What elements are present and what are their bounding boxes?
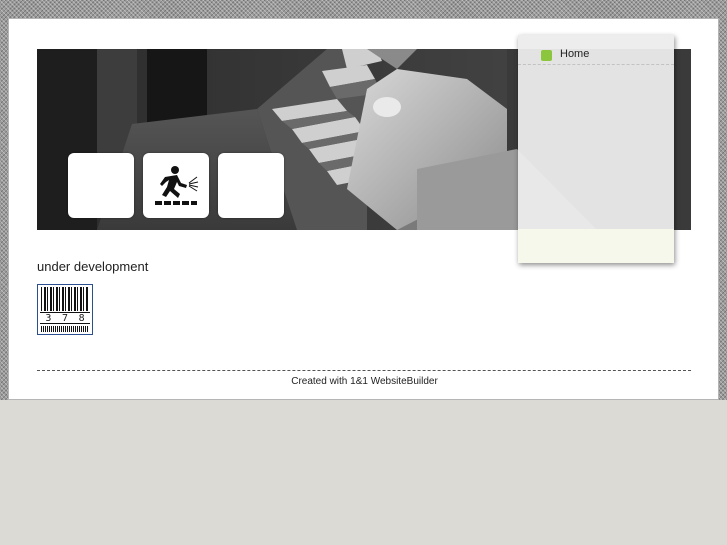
- counter-digit: 3: [45, 313, 52, 324]
- counter-digit: 8: [78, 313, 85, 324]
- footer-credit[interactable]: Created with 1&1 WebsiteBuilder: [9, 376, 720, 387]
- counter-barcode-icon: [41, 287, 89, 311]
- footer-divider: [37, 370, 691, 371]
- blank-tile: [68, 153, 134, 218]
- nav-panel-footer: [518, 229, 674, 263]
- counter-digits: 3 7 8: [40, 312, 90, 324]
- status-text: under development: [37, 259, 149, 274]
- under-construction-tile: [143, 153, 209, 218]
- nav-item-label[interactable]: Home: [560, 48, 589, 60]
- page-container: Home under development 3 7 8 Created wit…: [8, 18, 719, 400]
- counter-barcode-strip: [41, 326, 89, 332]
- counter-digit: 7: [61, 313, 68, 324]
- under-construction-icon: [155, 166, 199, 205]
- visitor-counter: 3 7 8: [37, 284, 93, 335]
- nav-item-home[interactable]: Home: [518, 47, 674, 65]
- blank-tile: [218, 153, 284, 218]
- nav-bullet-icon: [541, 50, 552, 61]
- navigation-panel: Home: [518, 35, 674, 263]
